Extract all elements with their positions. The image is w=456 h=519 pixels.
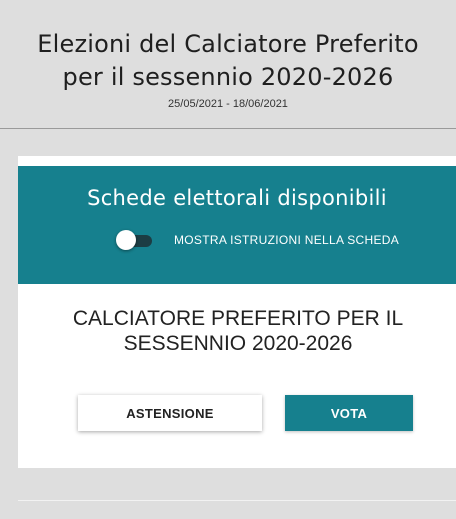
ballot-title-line-2: SESSENNIO 2020-2026 xyxy=(123,332,353,355)
page-title-line-1: Elezioni del Calciatore Preferito xyxy=(37,30,419,58)
page-title: Elezioni del Calciatore Preferito per il… xyxy=(0,0,456,94)
vote-button[interactable]: VOTA xyxy=(285,395,413,431)
show-instructions-label[interactable]: MOSTRA ISTRUZIONI NELLA SCHEDA xyxy=(174,233,399,247)
toggle-knob[interactable] xyxy=(116,230,136,250)
ballots-card: Schede elettorali disponibili MOSTRA IST… xyxy=(18,156,456,468)
show-instructions-row: MOSTRA ISTRUZIONI NELLA SCHEDA xyxy=(114,228,399,252)
show-instructions-toggle[interactable] xyxy=(114,229,154,251)
ballot-title: CALCIATORE PREFERITO PER IL SESSENNIO 20… xyxy=(38,306,438,356)
page-title-line-2: per il sessennio 2020-2026 xyxy=(62,63,394,91)
ballot-title-line-1: CALCIATORE PREFERITO PER IL xyxy=(72,307,404,330)
ballots-banner-title: Schede elettorali disponibili xyxy=(87,186,387,210)
abstain-button[interactable]: ASTENSIONE xyxy=(78,395,262,431)
election-dates: 25/05/2021 - 18/06/2021 xyxy=(168,98,288,110)
header-divider xyxy=(0,128,456,129)
bottom-divider xyxy=(18,500,456,501)
ballots-banner: Schede elettorali disponibili MOSTRA IST… xyxy=(18,166,456,284)
election-header: Elezioni del Calciatore Preferito per il… xyxy=(0,0,456,128)
